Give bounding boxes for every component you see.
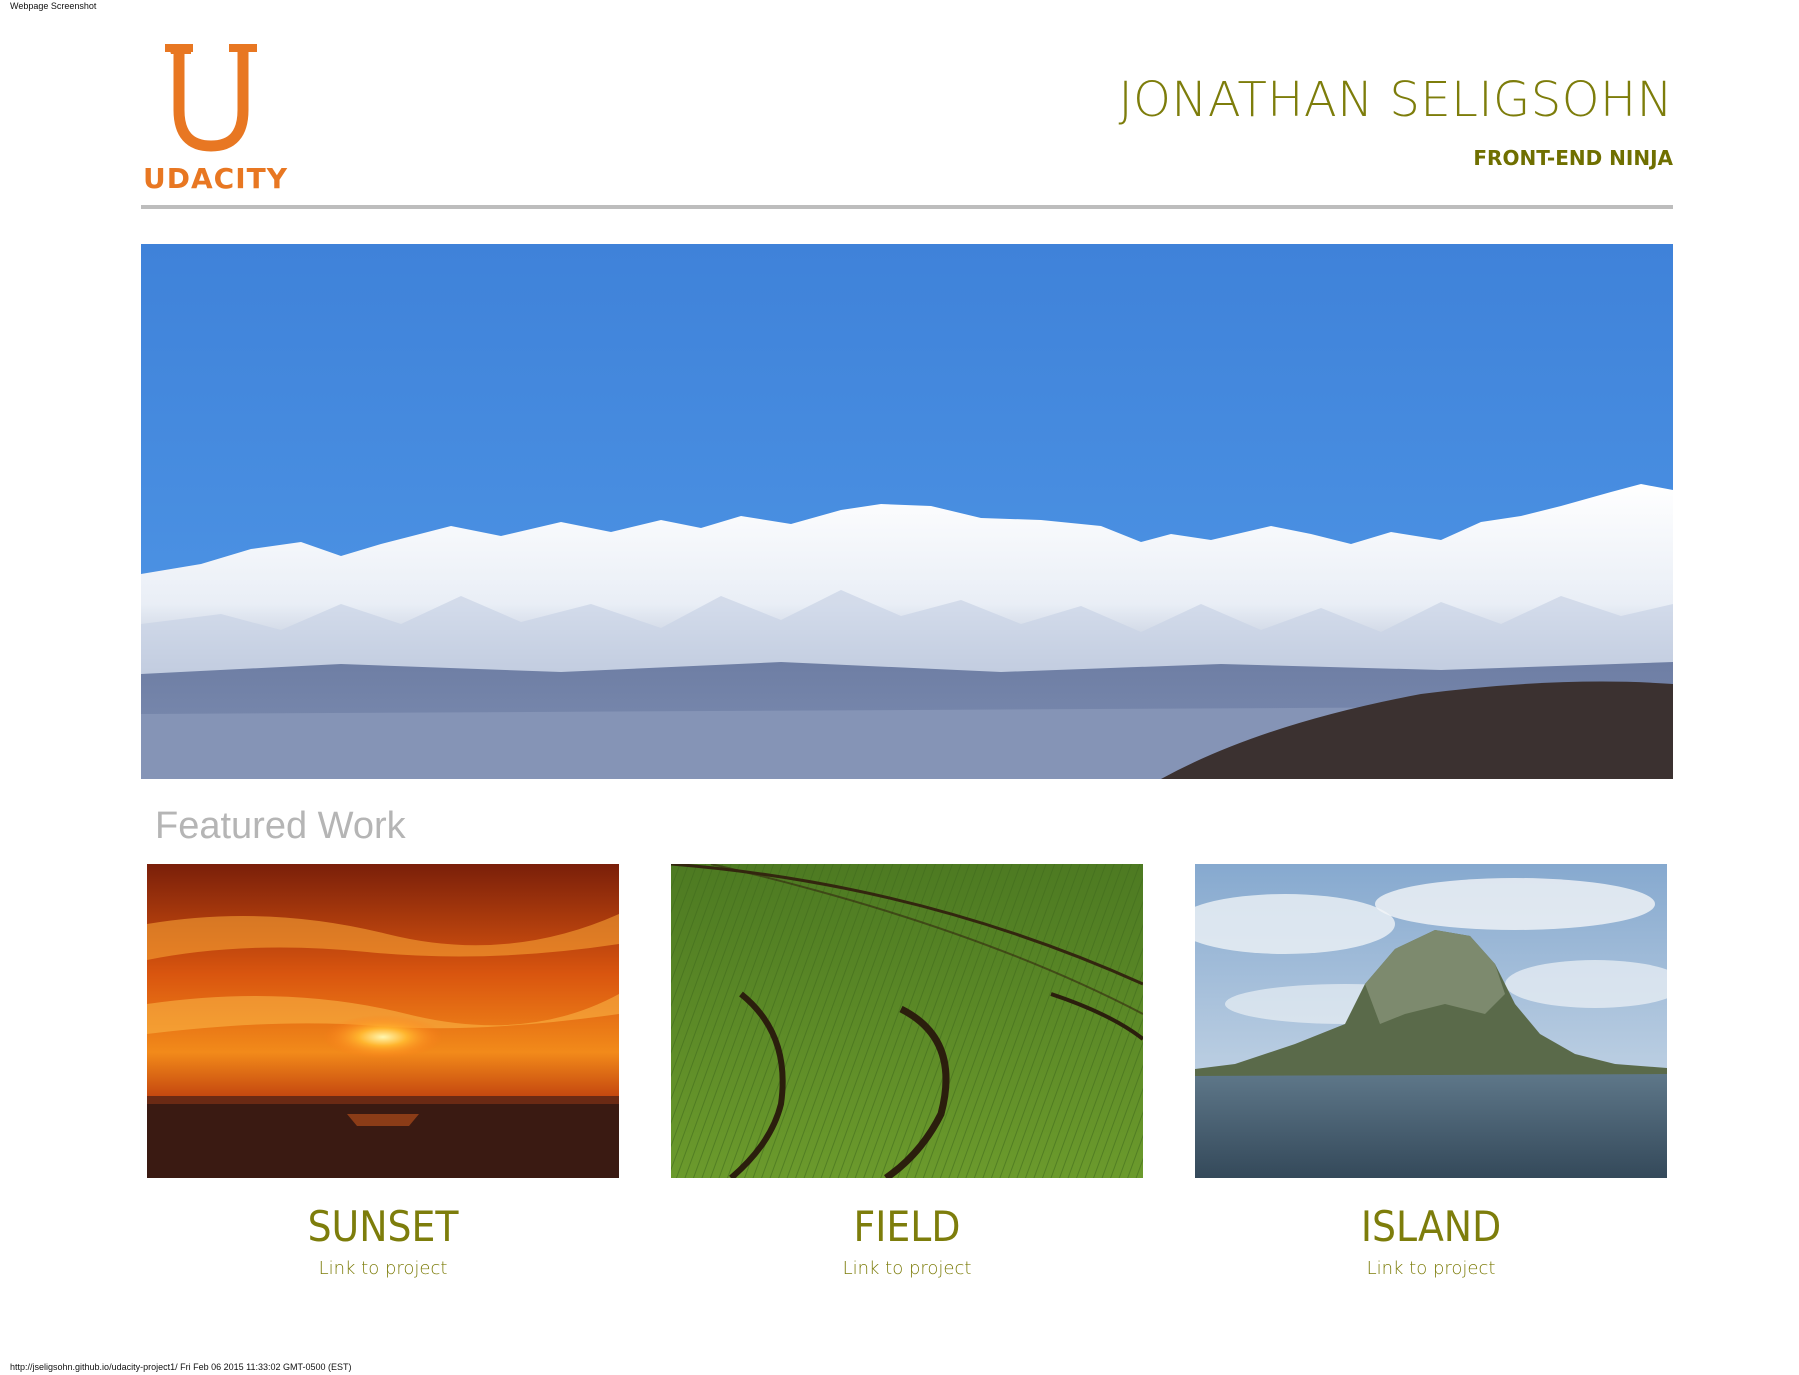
sunset-image[interactable]: [147, 864, 619, 1178]
project-card-island: ISLAND Link to project: [1195, 864, 1667, 1294]
site-owner-role: FRONT-END NINJA: [1473, 146, 1673, 170]
screenshot-footer-url: http://jseligsohn.github.io/udacity-proj…: [10, 1362, 352, 1372]
udacity-u-icon: [165, 44, 257, 152]
project-link-island[interactable]: Link to project: [1195, 1258, 1667, 1279]
hero-mountain-image: [141, 244, 1673, 779]
featured-work-heading: Featured Work: [155, 805, 406, 847]
field-image[interactable]: [671, 864, 1143, 1178]
page-container: UDACITY JONATHAN SELIGSOHN FRONT-END NIN…: [141, 0, 1673, 1375]
screenshot-caption: Webpage Screenshot: [10, 1, 97, 11]
udacity-logo-text: UDACITY: [143, 162, 288, 195]
project-title-island: ISLAND: [1360, 1202, 1502, 1251]
header-divider: [141, 205, 1673, 209]
udacity-logo[interactable]: UDACITY: [141, 44, 291, 200]
project-card-sunset: SUNSET Link to project: [147, 864, 619, 1294]
project-title-sunset: SUNSET: [307, 1202, 459, 1251]
project-link-field[interactable]: Link to project: [671, 1258, 1143, 1279]
project-card-field: FIELD Link to project: [671, 864, 1143, 1294]
island-image[interactable]: [1195, 864, 1667, 1178]
project-link-sunset[interactable]: Link to project: [147, 1258, 619, 1279]
site-owner-name: JONATHAN SELIGSOHN: [1118, 72, 1673, 128]
project-title-field: FIELD: [853, 1202, 961, 1251]
